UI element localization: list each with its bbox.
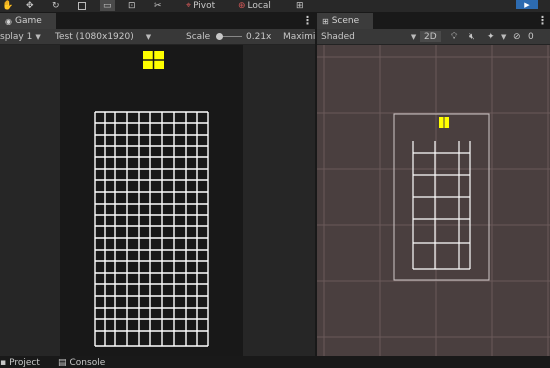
scene-icon: ⊞ (322, 16, 329, 26)
game-kebab-menu-icon[interactable]: ⋮ (302, 14, 313, 27)
tab-console[interactable]: ▤ Console (58, 357, 105, 368)
falling-piece (143, 51, 164, 69)
game-canvas (60, 45, 243, 356)
tab-project-label: Project (9, 357, 40, 368)
game-render (94, 51, 209, 347)
play-icon: ▶ (524, 0, 530, 9)
pivot-icon: ⌖ (186, 0, 192, 11)
scale-label: Scale (186, 31, 211, 42)
chevron-down-icon: ▼ (410, 32, 417, 41)
game-board-grid (94, 111, 209, 347)
shading-label: Shaded (321, 31, 355, 42)
hand-tool-icon[interactable]: ✋ (2, 0, 13, 11)
scale-tool-icon[interactable] (78, 0, 86, 11)
resolution-label: Test (1080x1920) (55, 31, 134, 42)
transform-tool-icon[interactable]: ⊡ (128, 0, 136, 11)
tab-game-label: Game (14, 16, 42, 26)
grid-snap-icon[interactable]: ⊞ (296, 0, 304, 11)
scene-toolbar: Shaded ▼ 2D 💡︎ 🔇︎ ✦ ▼ ⊘ 0 (317, 29, 550, 45)
scene-piece[interactable] (439, 117, 449, 128)
visibility-icon[interactable]: ⊘ (513, 29, 521, 44)
game-icon: ◉ (5, 16, 12, 26)
audio-icon[interactable]: 🔇︎ (469, 29, 475, 44)
game-toolbar: splay 1 ▼ Test (1080x1920) ▼ Scale 0.21x… (0, 29, 315, 45)
game-panel: ◉ Game ⋮ splay 1 ▼ Test (1080x1920) ▼ Sc… (0, 13, 315, 356)
scene-background-grid (317, 45, 550, 356)
console-icon: ▤ (58, 357, 67, 368)
scene-kebab-menu-icon[interactable]: ⋮ (537, 14, 548, 27)
rotate-tool-icon[interactable]: ↻ (52, 0, 60, 11)
tab-game[interactable]: ◉ Game (0, 13, 56, 29)
hidden-count: 0 (528, 31, 534, 42)
play-button[interactable]: ▶ (516, 0, 538, 9)
game-tab-bar: ◉ Game ⋮ (0, 13, 315, 29)
scene-board-grid[interactable] (412, 141, 471, 270)
mode-2d-label: 2D (424, 31, 437, 42)
tab-scene-label: Scene (331, 16, 360, 26)
chevron-down-icon: ▼ (35, 32, 41, 41)
chevron-down-icon[interactable]: ▼ (501, 29, 506, 44)
tab-project[interactable]: ▪ Project (0, 357, 40, 368)
shading-dropdown[interactable]: Shaded ▼ (321, 29, 416, 44)
lighting-icon[interactable]: 💡︎ (451, 29, 457, 44)
maximize-toggle[interactable]: Maximi (283, 29, 315, 44)
display-dropdown[interactable]: splay 1 ▼ (0, 29, 41, 44)
rect-tool-icon[interactable]: ▭ (100, 0, 115, 11)
mode-2d-toggle[interactable]: 2D (420, 31, 441, 42)
scene-tab-bar: ⊞ Scene ⋮ (317, 13, 550, 29)
display-label: splay 1 (0, 31, 33, 42)
scale-value: 0.21x (246, 31, 272, 42)
tab-console-label: Console (69, 357, 106, 368)
local-icon: ⊕ (238, 0, 246, 11)
effects-icon[interactable]: ✦ (487, 29, 495, 44)
project-icon: ▪ (0, 357, 7, 368)
custom-tool-icon[interactable]: ✂ (154, 0, 162, 11)
pivot-label: Pivot (193, 0, 216, 11)
game-view[interactable] (0, 45, 315, 356)
scene-view[interactable] (317, 45, 550, 356)
resolution-dropdown[interactable]: Test (1080x1920) ▼ (55, 29, 151, 44)
chevron-down-icon: ▼ (145, 32, 152, 41)
main-toolbar: ✋ ✥ ↻ ▭ ⊡ ✂ ⌖ Pivot ⊕ Local ⊞ ▶ (0, 0, 550, 12)
scene-panel: ⊞ Scene ⋮ Shaded ▼ 2D 💡︎ 🔇︎ ✦ ▼ ⊘ 0 (317, 13, 550, 356)
tab-scene[interactable]: ⊞ Scene (317, 13, 373, 29)
local-label: Local (247, 0, 271, 11)
scene-render (317, 45, 550, 356)
bottom-tab-bar: ▪ Project ▤ Console (0, 356, 550, 368)
local-toggle[interactable]: ⊕ Local (238, 0, 271, 11)
move-tool-icon[interactable]: ✥ (26, 0, 34, 11)
scale-slider-handle[interactable] (216, 33, 223, 40)
pivot-toggle[interactable]: ⌖ Pivot (186, 0, 215, 11)
